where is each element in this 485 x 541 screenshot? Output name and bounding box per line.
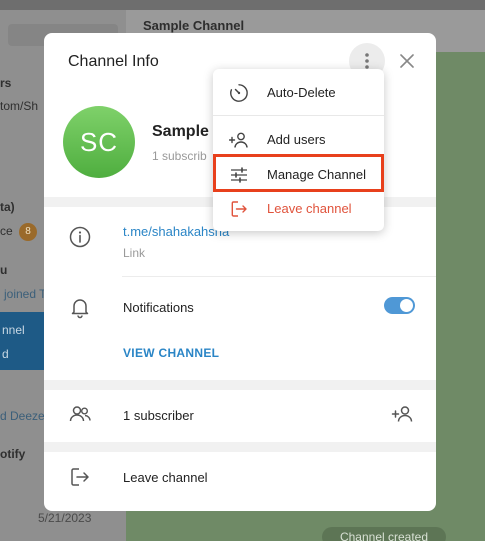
menu-item-leave-channel[interactable]: Leave channel [213,193,384,225]
more-options-menu: Auto-Delete Add users Manage Channel Lea… [213,69,384,231]
chat-list-fragment: ta) [0,200,15,214]
chat-title: Sample Channel [143,18,245,33]
toggle-knob [400,299,413,312]
channel-name: Sample [152,123,209,140]
section-divider [44,380,436,390]
chat-list-fragment: d Deeze [0,409,45,423]
unread-badge: 8 [19,223,37,241]
bell-icon [71,299,89,319]
chat-list-fragment: nnel [2,323,25,337]
chat-list-fragment: ce [0,224,13,238]
menu-item-label: Leave channel [267,201,352,216]
section-divider [44,442,436,452]
chat-list-fragment: joined T [4,287,47,301]
chat-list-item-active[interactable] [0,312,44,370]
channel-avatar: SC [63,106,135,178]
close-icon [400,54,414,68]
service-message-pill: Channel created [322,527,446,541]
chat-list-fragment: d [2,347,9,361]
chat-list-fragment: rs [0,76,12,90]
subscribers-row[interactable]: 1 subscriber [123,408,194,423]
add-user-icon[interactable] [391,402,415,426]
info-icon [69,226,91,248]
row-divider [122,276,436,277]
leave-channel-row[interactable]: Leave channel [123,470,208,485]
kebab-menu-icon [365,53,369,69]
logout-icon [71,468,89,486]
message-timestamp: 5/21/2023 [38,511,92,525]
close-button[interactable] [395,49,419,73]
subscriber-count: 1 subscrib [152,149,207,163]
menu-item-label: Auto-Delete [267,85,336,100]
timer-icon [230,84,248,102]
titlebar [0,0,485,10]
notifications-label: Notifications [123,300,194,315]
logout-icon [231,201,247,217]
annotation-highlight-box [213,154,384,192]
notifications-toggle[interactable] [384,297,415,314]
chat-list-fragment: otify [0,447,26,461]
menu-item-label: Add users [267,132,326,147]
chat-list-fragment: u [0,263,8,277]
menu-item-add-users[interactable]: Add users [213,124,384,156]
add-user-icon [229,132,248,148]
users-icon [69,406,91,422]
menu-item-auto-delete[interactable]: Auto-Delete [213,77,384,109]
dialog-title: Channel Info [68,53,159,70]
link-label: Link [123,246,146,260]
menu-divider [213,115,384,116]
chat-list-fragment: tom/Sh [0,99,39,113]
view-channel-button[interactable]: VIEW CHANNEL [123,346,219,360]
